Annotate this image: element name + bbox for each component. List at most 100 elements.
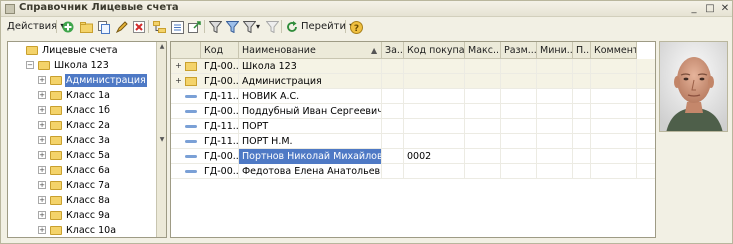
delete-icon[interactable] <box>131 19 147 35</box>
expand-icon[interactable]: + <box>38 106 46 114</box>
tree-item[interactable]: Лицевые счета <box>8 43 157 58</box>
toolbar-separator <box>56 20 57 33</box>
help-mark: ? <box>353 24 358 34</box>
table-group-row[interactable]: + ГД-00... Школа 123 <box>171 59 655 74</box>
filter-dropdown-icon[interactable] <box>241 19 257 35</box>
tree-panel: Лицевые счета − Школа 123 + Администрация + Кл… <box>7 41 167 238</box>
filter-icon[interactable] <box>207 19 223 35</box>
tree-item-label: Класс 7а <box>66 180 110 191</box>
tree-item[interactable]: + Класс 3а <box>8 133 157 148</box>
table-cell <box>404 104 465 119</box>
table-cell: ГД-00... <box>201 59 239 74</box>
move-icon[interactable] <box>186 19 202 35</box>
collapse-icon[interactable]: − <box>26 61 34 69</box>
table-cell <box>537 89 573 104</box>
minimize-button[interactable]: _ <box>687 2 701 15</box>
column-header[interactable]: Код покупа... <box>404 42 465 59</box>
folder-icon <box>50 196 62 205</box>
tree-item[interactable]: + Администрация <box>8 73 157 88</box>
tree-scrollbar[interactable]: ▲ ▼ <box>156 42 166 237</box>
tree-item[interactable]: − Школа 123 <box>8 58 157 73</box>
table-row[interactable]: ГД-00... Поддубный Иван Сергеевич <box>171 104 655 119</box>
tree-item-label: Класс 10а <box>66 225 117 236</box>
help-icon[interactable]: ? <box>348 19 364 35</box>
column-header[interactable]: За... <box>382 42 404 59</box>
table-row[interactable]: ГД-00... Портнов Николай Михайлович 0002 <box>171 149 655 164</box>
tree-item[interactable]: + Класс 8а <box>8 193 157 208</box>
column-header[interactable]: Макс... <box>465 42 501 59</box>
expand-icon[interactable]: + <box>38 181 46 189</box>
expand-icon[interactable]: + <box>38 166 46 174</box>
copy-icon[interactable] <box>96 19 112 35</box>
table-cell: ГД-00... <box>201 164 239 179</box>
table-cell: ГД-00... <box>201 74 239 89</box>
table-cell <box>537 59 573 74</box>
column-header[interactable]: П... <box>573 42 591 59</box>
filter-by-value-icon[interactable] <box>224 19 240 35</box>
tree-item[interactable]: + Класс 10а <box>8 223 157 237</box>
table-cell <box>537 104 573 119</box>
item-icon <box>185 95 197 98</box>
expand-icon[interactable]: + <box>175 76 182 86</box>
table-cell <box>404 134 465 149</box>
filter-off-icon[interactable] <box>264 19 280 35</box>
column-header[interactable]: Код <box>201 42 239 59</box>
app-icon <box>5 4 15 14</box>
column-header[interactable]: Коммент... <box>591 42 637 59</box>
tree-item-label: Класс 5а <box>66 150 110 161</box>
table-cell <box>591 134 637 149</box>
tree-item[interactable]: + Класс 1а <box>8 88 157 103</box>
table-cell <box>537 134 573 149</box>
table-cell <box>501 89 537 104</box>
add-group-icon[interactable] <box>78 19 94 35</box>
expand-icon[interactable]: + <box>38 121 46 129</box>
edit-icon[interactable] <box>114 19 130 35</box>
add-icon[interactable] <box>60 19 76 35</box>
table-cell <box>382 74 404 89</box>
tree-item[interactable]: + Класс 5а <box>8 148 157 163</box>
scroll-down-icon[interactable]: ▼ <box>157 135 166 145</box>
column-header[interactable]: Наименование <box>239 42 382 59</box>
expand-icon[interactable]: + <box>38 211 46 219</box>
table-cell: 0002 <box>404 149 465 164</box>
table-cell <box>591 74 637 89</box>
hierarchy-icon[interactable] <box>151 19 167 35</box>
scroll-up-icon[interactable]: ▲ <box>157 42 166 52</box>
tree-item[interactable]: + Класс 6а <box>8 163 157 178</box>
expand-icon[interactable]: + <box>38 136 46 144</box>
expand-icon[interactable]: + <box>38 196 46 204</box>
table-cell <box>382 59 404 74</box>
table-cell <box>537 149 573 164</box>
close-button[interactable]: ✕ <box>718 2 732 15</box>
table-cell <box>404 74 465 89</box>
tree-item[interactable]: + Класс 7а <box>8 178 157 193</box>
table-row[interactable]: ГД-00... Федотова Елена Анатольевна <box>171 164 655 179</box>
folder-icon <box>50 181 62 190</box>
expand-icon[interactable]: + <box>38 76 46 84</box>
expand-icon[interactable]: + <box>38 226 46 234</box>
table-group-row[interactable]: + ГД-00... Администрация <box>171 74 655 89</box>
table-row[interactable]: ГД-11... ПОРТ Н.М. <box>171 134 655 149</box>
tree-item[interactable]: + Класс 1б <box>8 103 157 118</box>
column-header[interactable]: Мини... <box>537 42 573 59</box>
tree-item[interactable]: + Класс 2а <box>8 118 157 133</box>
tree-item-label: Класс 2а <box>66 120 110 131</box>
tree-item[interactable]: + Класс 9а <box>8 208 157 223</box>
refresh-icon[interactable] <box>284 19 300 35</box>
maximize-button[interactable]: □ <box>703 2 717 15</box>
goto-menu[interactable]: Перейти ▾ <box>301 19 354 34</box>
table-cell <box>404 59 465 74</box>
table-cell <box>573 104 591 119</box>
expand-icon[interactable]: + <box>38 91 46 99</box>
table-cell <box>501 59 537 74</box>
table-cell <box>465 89 501 104</box>
accounts-table: КодНаименование▲ За...Код покупа...Макс..… <box>170 41 656 238</box>
table-row[interactable]: ГД-11... ПОРТ <box>171 119 655 134</box>
table-row[interactable]: ГД-11... НОВИК А.С. <box>171 89 655 104</box>
list-icon[interactable] <box>169 19 185 35</box>
column-header[interactable]: Разм... <box>501 42 537 59</box>
expand-icon[interactable]: + <box>175 61 182 71</box>
table-cell: ПОРТ Н.М. <box>239 134 382 149</box>
chevron-down-icon[interactable]: ▾ <box>256 19 260 34</box>
expand-icon[interactable]: + <box>38 151 46 159</box>
